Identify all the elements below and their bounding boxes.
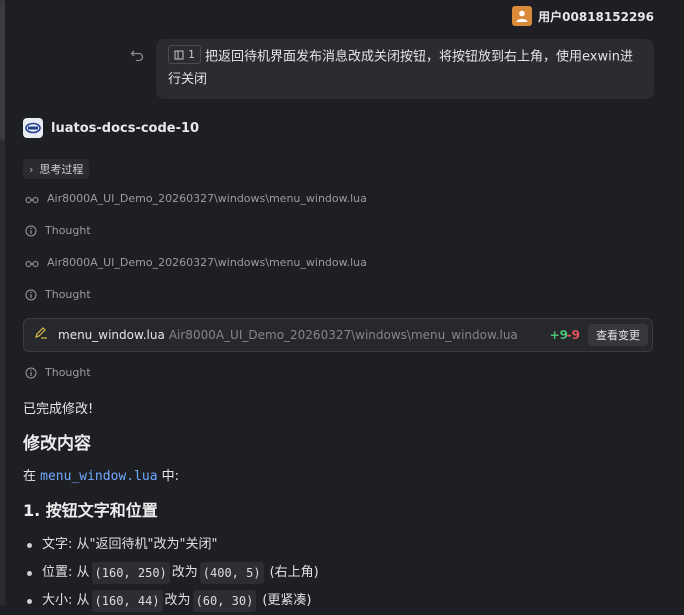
list-item: 文字: 从"返回待机"改为"关闭" — [27, 531, 319, 559]
file-reference-chip[interactable]: 1 — [168, 45, 201, 64]
section-heading: 1. 按钮文字和位置 — [23, 501, 158, 520]
thought-label: Thought — [45, 366, 91, 379]
list-item-mid: 改为 — [164, 593, 191, 608]
read-file-path: Air8000A_UI_Demo_20260327\windows\menu_w… — [47, 192, 367, 205]
info-icon — [25, 289, 37, 300]
lines-added: +9 — [549, 328, 568, 342]
undo-icon[interactable] — [130, 48, 144, 66]
file-code-link[interactable]: menu_window.lua — [40, 469, 157, 484]
thinking-toggle[interactable]: › 思考过程 — [23, 159, 90, 179]
edited-file-path: Air8000A_UI_Demo_20260327\windows\menu_w… — [168, 328, 518, 342]
list-item-tail: (更紧凑) — [262, 593, 312, 608]
edit-pen-icon — [34, 327, 48, 343]
assistant-logo — [23, 118, 43, 138]
bullet — [27, 598, 32, 604]
list-item: 位置: 从 (160, 250) 改为 (400, 5) (右上角) — [27, 559, 319, 587]
person-icon — [516, 10, 528, 22]
thought-label: Thought — [45, 288, 91, 301]
in-suffix: 中: — [157, 469, 180, 484]
glasses-icon — [25, 260, 39, 267]
list-item: 大小: 从 (160, 44) 改为 (60, 30) (更紧凑) — [27, 587, 319, 615]
list-item-label: 位置: 从 — [42, 565, 90, 580]
inline-code: (160, 44) — [91, 590, 163, 612]
user-message: 1 把返回待机界面发布消息改成关闭按钮，将按钮放到右上角，使用exwin进行关闭 — [156, 39, 654, 99]
list-item-mid: 改为 — [171, 565, 198, 580]
inline-code: (160, 250) — [91, 562, 170, 584]
read-file-step[interactable]: Air8000A_UI_Demo_20260327\windows\menu_w… — [25, 256, 367, 269]
assistant-header: luatos-docs-code-10 — [23, 118, 199, 138]
bullet — [27, 570, 32, 576]
assistant-name: luatos-docs-code-10 — [51, 120, 200, 136]
inline-code: (60, 30) — [192, 590, 257, 612]
edited-file-name: menu_window.lua — [58, 328, 165, 342]
user-avatar — [512, 6, 533, 26]
list-item-tail: (右上角) — [269, 565, 319, 580]
lines-removed: -9 — [566, 328, 580, 342]
thought-step[interactable]: Thought — [25, 366, 91, 379]
list-item-text: 文字: 从"返回待机"改为"关闭" — [42, 537, 218, 552]
scrollbar-track[interactable] — [0, 0, 5, 605]
read-file-path: Air8000A_UI_Demo_20260327\windows\menu_w… — [47, 256, 367, 269]
view-changes-button[interactable]: 查看变更 — [588, 324, 648, 346]
changes-list: 文字: 从"返回待机"改为"关闭" 位置: 从 (160, 250) 改为 (4… — [27, 531, 319, 615]
list-item-label: 大小: 从 — [42, 593, 90, 608]
thought-step[interactable]: Thought — [25, 224, 91, 237]
user-header: 用户00818152296 — [512, 6, 654, 26]
info-icon — [25, 225, 37, 236]
scrollbar-thumb[interactable] — [0, 0, 5, 140]
file-context-line: 在 menu_window.lua 中: — [23, 465, 179, 484]
changes-heading: 修改内容 — [23, 434, 91, 454]
thinking-label: 思考过程 — [39, 163, 84, 176]
file-icon — [174, 50, 184, 59]
info-icon — [25, 367, 37, 378]
inline-code: (400, 5) — [199, 562, 264, 584]
thought-label: Thought — [45, 224, 91, 237]
user-message-text: 把返回待机界面发布消息改成关闭按钮，将按钮放到右上角，使用exwin进行关闭 — [168, 49, 633, 87]
bullet — [27, 542, 32, 548]
completion-message: 已完成修改! — [23, 402, 94, 417]
glasses-icon — [25, 196, 39, 203]
file-reference-count: 1 — [188, 47, 195, 61]
user-name: 用户00818152296 — [538, 9, 654, 24]
chevron-right-icon: › — [29, 162, 34, 176]
in-prefix: 在 — [23, 469, 41, 484]
file-edit-card[interactable]: menu_window.lua Air8000A_UI_Demo_2026032… — [23, 318, 653, 352]
thought-step[interactable]: Thought — [25, 288, 91, 301]
read-file-step[interactable]: Air8000A_UI_Demo_20260327\windows\menu_w… — [25, 192, 367, 205]
